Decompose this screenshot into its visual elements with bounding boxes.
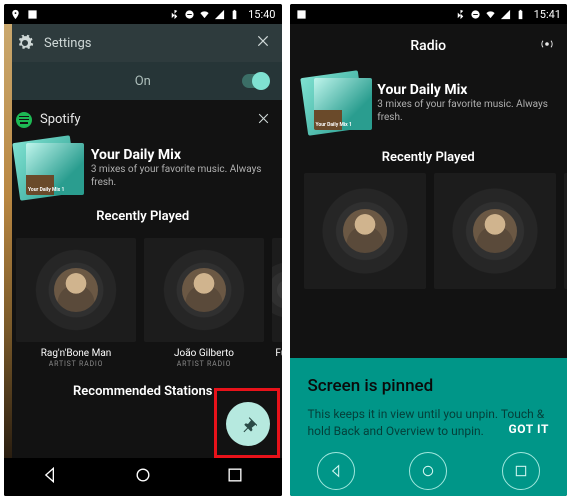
bluetooth-icon (169, 9, 180, 20)
home-icon (133, 465, 153, 485)
card-label: Rag'n'Bone Man (16, 348, 136, 359)
android-navbar (4, 458, 282, 496)
station-card[interactable]: Fuert PL (272, 238, 282, 368)
android-navbar (290, 446, 568, 496)
card-sublabel: ARTIST RADIO (49, 360, 103, 368)
daily-mix-text: Your Daily Mix 3 mixes of your favorite … (91, 147, 270, 189)
artist-avatar-icon (473, 209, 517, 253)
image-icon (27, 9, 38, 20)
signal-icon (500, 9, 511, 20)
phone-right: 15:41 Radio Your Daily Mix 1 Your Daily … (290, 4, 568, 496)
daily-mix-title: Your Daily Mix (377, 82, 553, 98)
artist-avatar-icon (343, 209, 387, 253)
pin-sheet-gotit-button[interactable]: GOT IT (508, 422, 549, 436)
nav-home-button[interactable] (409, 452, 447, 490)
qs-on-row[interactable]: On (4, 62, 282, 100)
daily-mix-art: Your Daily Mix 1 (304, 74, 368, 132)
signal-icon (214, 9, 225, 20)
back-icon (328, 463, 344, 479)
station-card[interactable] (564, 173, 568, 289)
back-icon (40, 465, 60, 485)
pin-fab-button[interactable] (226, 402, 270, 446)
status-bar: 15:40 (4, 4, 282, 24)
status-bar: 15:41 (290, 4, 568, 24)
location-icon (10, 9, 21, 20)
daily-mix-art: Your Daily Mix 1 (16, 139, 81, 197)
recommended-stations-title: Recommended Stations (16, 384, 270, 399)
spotify-logo-icon (16, 112, 32, 128)
pin-sheet-heading: Screen is pinned (308, 376, 550, 396)
daily-mix-subtitle: 3 mixes of your favorite music. Always f… (91, 163, 270, 189)
daily-mix-art-label: Your Daily Mix 1 (316, 123, 352, 128)
appbar-title: Radio (290, 38, 568, 54)
daily-mix-row[interactable]: Your Daily Mix 1 Your Daily Mix 3 mixes … (16, 139, 270, 197)
station-card[interactable]: Rag'n'Bone Man ARTIST RADIO (16, 238, 136, 368)
bluetooth-icon (455, 9, 466, 20)
home-icon (420, 463, 436, 479)
do-not-disturb-icon (184, 9, 195, 20)
station-card[interactable]: João Gilberto ARTIST RADIO (144, 238, 264, 368)
qs-settings-row[interactable]: Settings (4, 24, 282, 62)
recently-played-cards[interactable] (304, 173, 554, 289)
battery-icon (229, 9, 240, 20)
card-sublabel: ARTIST RADIO (177, 360, 231, 368)
daily-mix-subtitle: 3 mixes of your favorite music. Always f… (377, 98, 553, 124)
nav-back-button[interactable] (40, 465, 60, 489)
do-not-disturb-icon (470, 9, 481, 20)
phone-left: 15:40 Settings On Spotify Your Daily Mix (4, 4, 282, 496)
gear-icon (16, 34, 34, 52)
daily-mix-row[interactable]: Your Daily Mix 1 Your Daily Mix 3 mixes … (304, 74, 554, 132)
wallpaper-strip (4, 24, 12, 458)
wifi-icon (199, 9, 210, 20)
station-card[interactable] (304, 173, 426, 289)
recently-played-cards[interactable]: Rag'n'Bone Man ARTIST RADIO João Gilbert… (16, 238, 270, 368)
pin-icon (239, 415, 257, 433)
broadcast-icon (539, 36, 555, 52)
nav-overview-button[interactable] (502, 452, 540, 490)
radio-appbar: Radio (290, 24, 568, 68)
broadcast-button[interactable] (539, 36, 555, 56)
artist-avatar-icon (54, 268, 98, 312)
qs-on-label: On (135, 74, 151, 89)
notif-app-name: Spotify (40, 112, 249, 127)
close-icon (257, 112, 270, 125)
station-card[interactable] (434, 173, 556, 289)
notif-close-button[interactable] (257, 110, 270, 129)
daily-mix-title: Your Daily Mix (91, 147, 270, 163)
qs-close-button[interactable] (256, 34, 270, 52)
image-icon (296, 9, 307, 20)
card-label: João Gilberto (144, 348, 264, 359)
nav-back-button[interactable] (317, 452, 355, 490)
wifi-icon (485, 9, 496, 20)
nav-home-button[interactable] (133, 465, 153, 489)
overview-icon (513, 463, 529, 479)
battery-icon (515, 9, 526, 20)
notif-header: Spotify (16, 110, 270, 129)
daily-mix-art-label: Your Daily Mix 1 (28, 188, 64, 193)
qs-toggle[interactable] (242, 74, 268, 88)
status-time: 15:41 (534, 8, 561, 21)
overview-icon (225, 465, 245, 485)
qs-settings-label: Settings (44, 36, 91, 51)
daily-mix-text: Your Daily Mix 3 mixes of your favorite … (377, 82, 553, 124)
recently-played-title: Recently Played (16, 209, 270, 224)
card-label: Fuert (272, 348, 282, 359)
status-time: 15:40 (248, 8, 275, 21)
close-icon (256, 34, 270, 48)
artist-avatar-icon (182, 268, 226, 312)
nav-overview-button[interactable] (225, 465, 245, 489)
recently-played-title: Recently Played (304, 150, 554, 165)
